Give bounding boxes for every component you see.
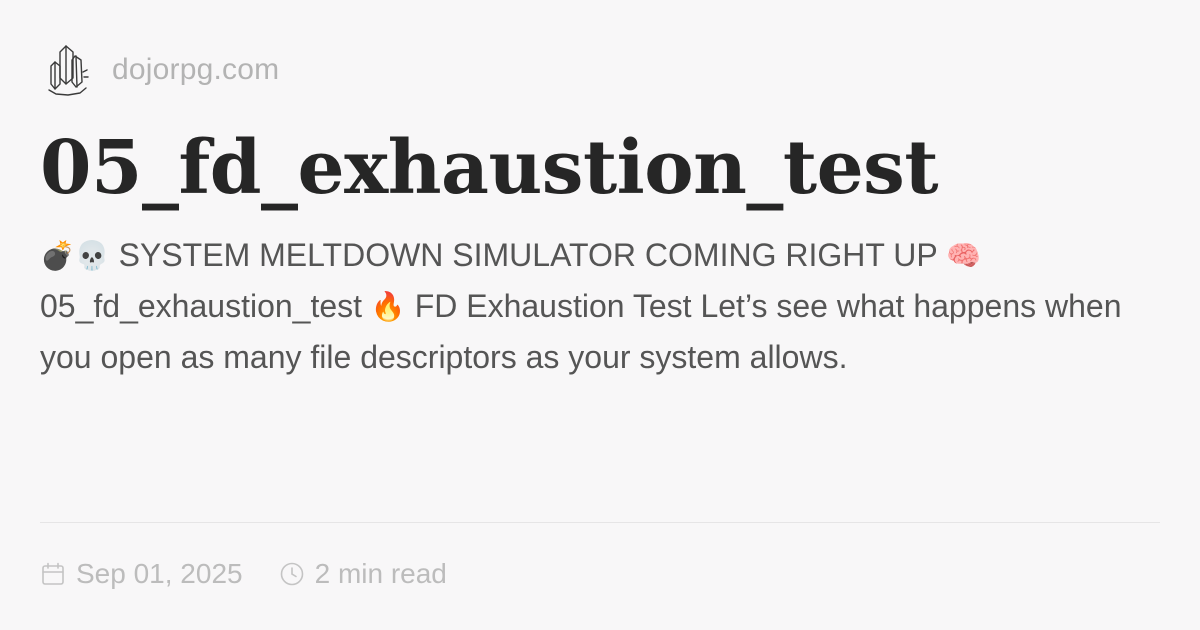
divider bbox=[40, 522, 1160, 523]
description-text-2: 05_fd_exhaustion_test bbox=[40, 288, 363, 324]
calendar-icon bbox=[42, 562, 64, 585]
skull-emoji-icon: 💀 bbox=[74, 239, 110, 272]
post-date-text: Sep 01, 2025 bbox=[76, 558, 243, 589]
description-text-1: SYSTEM MELTDOWN SIMULATOR COMING RIGHT U… bbox=[118, 237, 938, 273]
site-header[interactable]: dojorpg.com bbox=[46, 40, 279, 100]
post-meta: Sep 01, 2025 2 min read bbox=[40, 552, 447, 596]
post-date: Sep 01, 2025 bbox=[40, 558, 243, 590]
og-card: dojorpg.com 05_fd_exhaustion_test 💣💀 SYS… bbox=[0, 0, 1200, 630]
post-title: 05_fd_exhaustion_test bbox=[40, 125, 939, 211]
clock-icon bbox=[280, 562, 303, 586]
crystal-cluster-icon bbox=[48, 45, 89, 96]
bomb-emoji-icon: 💣 bbox=[40, 239, 75, 272]
post-description: 💣💀 SYSTEM MELTDOWN SIMULATOR COMING RIGH… bbox=[40, 230, 1160, 382]
read-time: 2 min read bbox=[279, 558, 447, 590]
read-time-text: 2 min read bbox=[314, 558, 447, 589]
brain-emoji-icon: 🧠 bbox=[945, 239, 981, 272]
site-name[interactable]: dojorpg.com bbox=[112, 53, 279, 87]
fire-emoji-icon: 🔥 bbox=[370, 290, 406, 323]
